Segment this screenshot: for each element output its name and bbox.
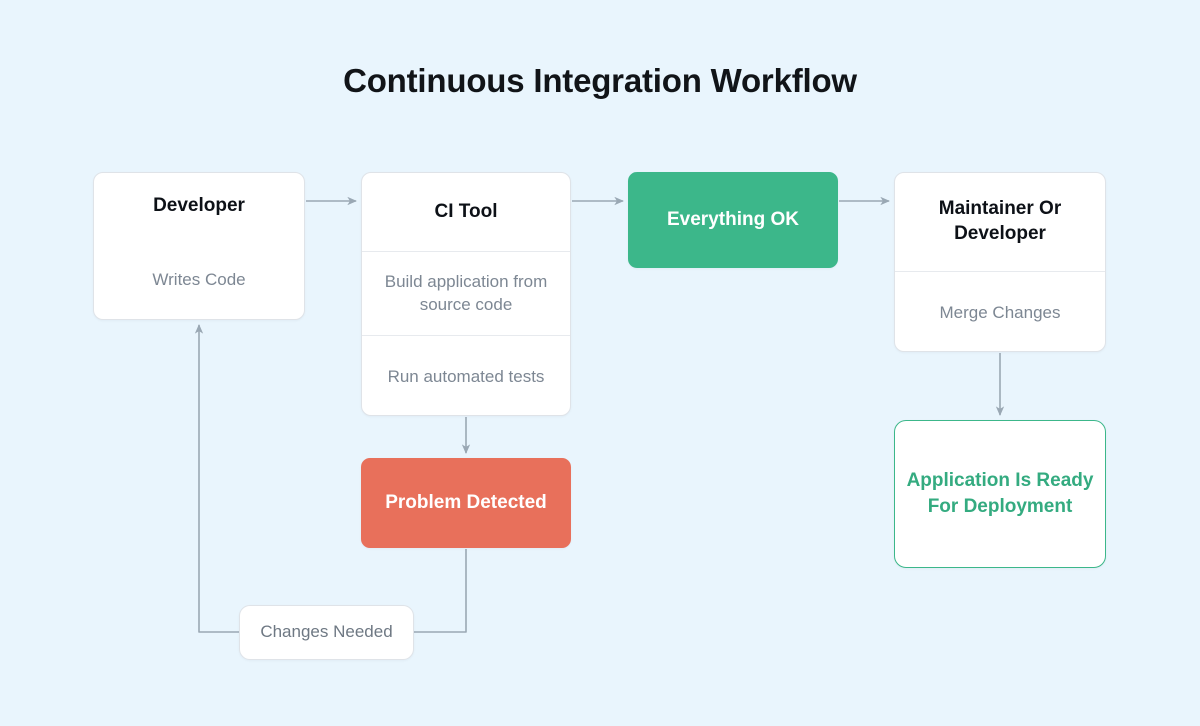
node-maintainer-row-0: Merge Changes: [895, 271, 1105, 354]
node-problem-detected[interactable]: Problem Detected: [361, 458, 571, 548]
node-application-ready-for-deployment[interactable]: Application Is Ready For Deployment: [894, 420, 1106, 568]
node-maintainer-or-developer[interactable]: Maintainer Or Developer Merge Changes: [894, 172, 1106, 352]
node-developer[interactable]: Developer Writes Code: [93, 172, 305, 320]
node-ci-tool-row-1: Run automated tests: [362, 335, 570, 419]
node-maintainer-title: Maintainer Or Developer: [938, 198, 1062, 244]
edge-label-changes-needed[interactable]: Changes Needed: [239, 605, 414, 660]
node-ci-tool[interactable]: CI Tool Build application from source co…: [361, 172, 571, 416]
diagram-canvas: Continuous Integration Workflow Develope…: [0, 0, 1200, 726]
node-application-ready-label: Application Is Ready For Deployment: [906, 469, 1094, 517]
page-title: Continuous Integration Workflow: [343, 62, 857, 99]
node-everything-ok-label: Everything OK: [667, 208, 799, 230]
node-developer-title: Developer: [153, 194, 245, 216]
connector-layer: [194, 196, 1005, 633]
node-developer-row-0: Writes Code: [152, 269, 246, 289]
edge-label-changes-needed-text: Changes Needed: [260, 622, 393, 642]
node-ci-tool-title: CI Tool: [434, 200, 498, 222]
node-problem-detected-label: Problem Detected: [385, 491, 547, 513]
node-everything-ok[interactable]: Everything OK: [628, 172, 838, 268]
node-ci-tool-row-0: Build application from source code: [362, 251, 570, 335]
